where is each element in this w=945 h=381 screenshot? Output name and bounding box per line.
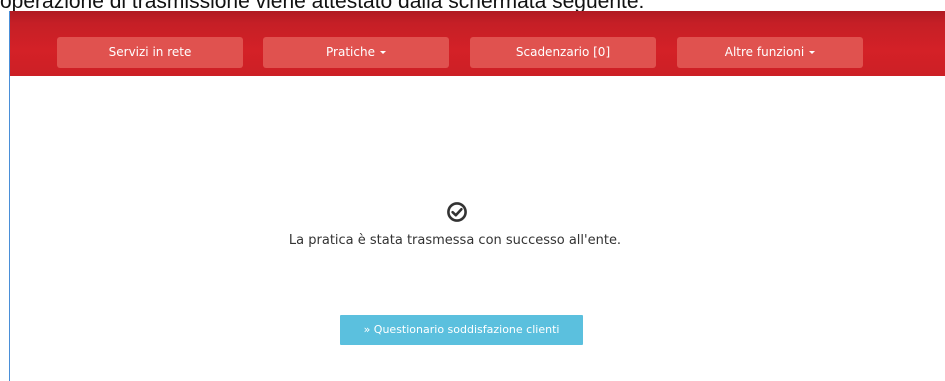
survey-button[interactable]: » Questionario soddisfazione clienti: [340, 315, 583, 345]
nav-scadenzario-label: Scadenzario [0]: [515, 45, 611, 59]
nav-pratiche-label: Pratiche: [326, 45, 375, 59]
caret-down-icon: [379, 51, 386, 54]
app-frame: Servizi in rete Pratiche Scadenzario [0]…: [9, 11, 945, 381]
nav-servizi-in-rete-button[interactable]: Servizi in rete: [57, 37, 243, 68]
survey-button-label: Questionario soddisfazione clienti: [373, 323, 560, 336]
page: operazione di trasmissione viene attesta…: [0, 0, 945, 381]
nav-scadenzario-button[interactable]: Scadenzario [0]: [470, 37, 656, 68]
top-navbar: Servizi in rete Pratiche Scadenzario [0]…: [10, 11, 945, 76]
nav-altre-funzioni-label: Altre funzioni: [724, 45, 805, 59]
nav-pratiche-dropdown[interactable]: Pratiche: [263, 37, 449, 68]
check-circle-icon: [447, 202, 467, 222]
caret-down-icon: [809, 51, 816, 54]
success-message: La pratica è stata trasmessa con success…: [288, 233, 622, 248]
double-chevron-right-icon: »: [363, 323, 371, 336]
nav-servizi-in-rete-label: Servizi in rete: [108, 45, 192, 59]
nav-altre-funzioni-dropdown[interactable]: Altre funzioni: [677, 37, 863, 68]
